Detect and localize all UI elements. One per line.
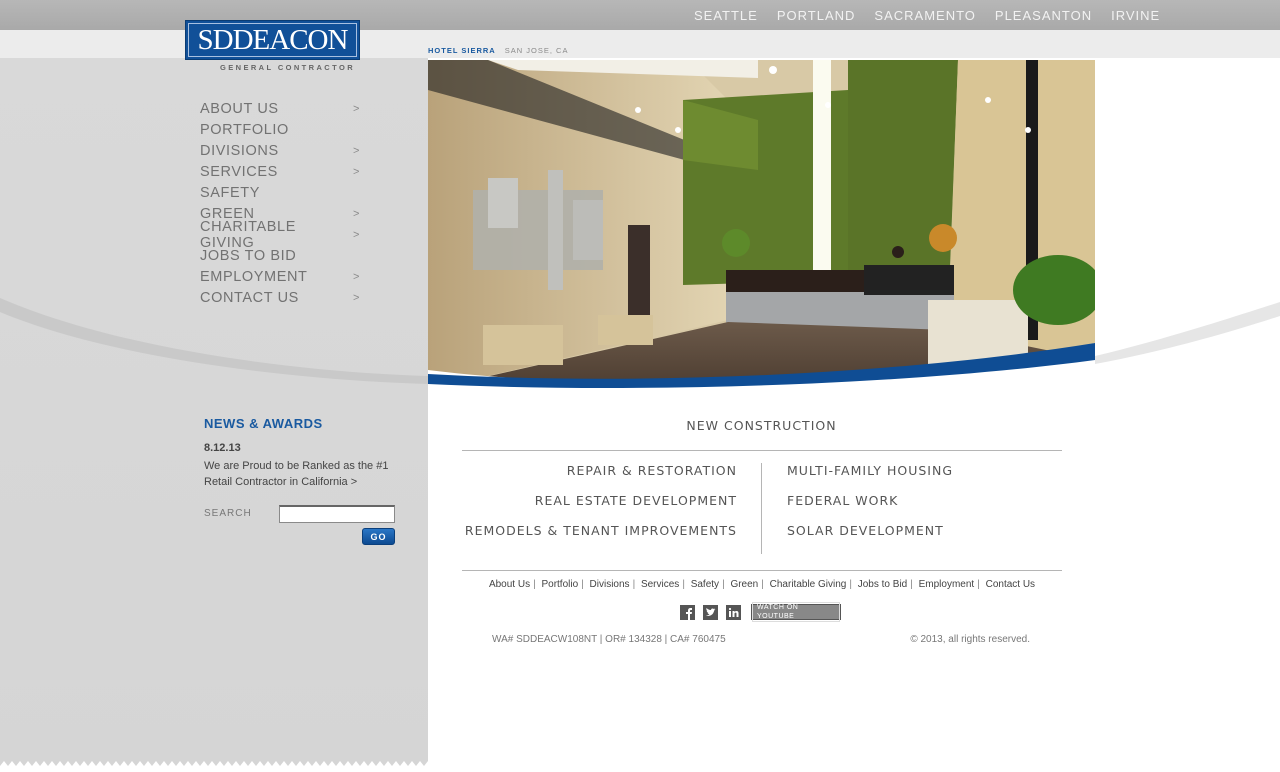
nav-label: SERVICES <box>200 163 278 180</box>
footer-link-charitable-giving[interactable]: Charitable Giving <box>770 579 847 590</box>
city-link-portland[interactable]: PORTLAND <box>777 8 856 23</box>
nav-item-contact-us[interactable]: CONTACT US > <box>200 287 360 308</box>
city-link-irvine[interactable]: IRVINE <box>1111 8 1160 23</box>
nav-label: CONTACT US <box>200 289 299 306</box>
search-label: SEARCH <box>204 508 252 519</box>
chevron-right-icon: > <box>352 102 360 115</box>
city-nav: SEATTLE PORTLAND SACRAMENTO PLEASANTON I… <box>694 8 1160 23</box>
footer-separator: | <box>533 579 536 590</box>
logo[interactable]: SDDEACON <box>185 20 360 60</box>
division-solar-development[interactable]: SOLAR DEVELOPMENT <box>787 523 944 538</box>
footer-separator: | <box>849 579 852 590</box>
division-new-construction[interactable]: NEW CONSTRUCTION <box>428 418 1095 433</box>
chevron-right-icon: > <box>352 228 360 241</box>
facebook-icon[interactable] <box>680 604 695 620</box>
chevron-right-icon: > <box>352 144 360 157</box>
city-link-sacramento[interactable]: SACRAMENTO <box>874 8 976 23</box>
nav-label: EMPLOYMENT <box>200 268 308 285</box>
divider-vertical <box>761 463 762 554</box>
youtube-button[interactable]: WATCH ON YOUTUBE <box>751 602 841 622</box>
nav-label: DIVISIONS <box>200 142 279 159</box>
footer-link-services[interactable]: Services <box>641 579 679 590</box>
footer-separator: | <box>761 579 764 590</box>
hero-caption-name: HOTEL SIERRA <box>428 46 496 55</box>
chevron-right-icon: > <box>352 165 360 178</box>
hero-caption: HOTEL SIERRA SAN JOSE, CA <box>428 46 568 55</box>
youtube-label: WATCH ON YOUTUBE <box>752 602 840 622</box>
nav-item-charitable-giving[interactable]: CHARITABLE GIVING > <box>200 219 360 251</box>
chevron-right-icon: > <box>352 291 360 304</box>
main-nav: ABOUT US > PORTFOLIO DIVISIONS > SERVICES >… <box>200 98 360 308</box>
city-link-seattle[interactable]: SEATTLE <box>694 8 758 23</box>
nav-item-portfolio[interactable]: PORTFOLIO <box>200 119 360 140</box>
footer-link-safety[interactable]: Safety <box>691 579 719 590</box>
copyright: © 2013, all rights reserved. <box>910 634 1030 645</box>
search-go-button[interactable]: GO <box>362 528 395 545</box>
footer-separator: | <box>977 579 980 590</box>
twitter-icon[interactable] <box>703 604 718 620</box>
division-remodels-tenant-improvements[interactable]: REMODELS & TENANT IMPROVEMENTS <box>465 523 737 538</box>
nav-item-safety[interactable]: SAFETY <box>200 182 360 203</box>
nav-label: SAFETY <box>200 184 260 201</box>
footer-link-divisions[interactable]: Divisions <box>590 579 630 590</box>
footer-link-portfolio[interactable]: Portfolio <box>541 579 578 590</box>
nav-item-about-us[interactable]: ABOUT US > <box>200 98 360 119</box>
nav-item-divisions[interactable]: DIVISIONS > <box>200 140 360 161</box>
city-link-pleasanton[interactable]: PLEASANTON <box>995 8 1092 23</box>
logo-frame: SDDEACON <box>188 23 357 57</box>
nav-item-services[interactable]: SERVICES > <box>200 161 360 182</box>
footer-separator: | <box>682 579 685 590</box>
hero-image <box>428 60 1095 390</box>
divider-top <box>462 450 1062 451</box>
footer-link-employment[interactable]: Employment <box>919 579 975 590</box>
division-repair-restoration[interactable]: REPAIR & RESTORATION <box>567 463 737 478</box>
nav-label: CHARITABLE GIVING <box>200 218 296 251</box>
chevron-right-icon: > <box>352 207 360 220</box>
footer-separator: | <box>632 579 636 590</box>
division-federal-work[interactable]: FEDERAL WORK <box>787 493 898 508</box>
news-title: NEWS & AWARDS <box>204 416 323 431</box>
nav-item-employment[interactable]: EMPLOYMENT > <box>200 266 360 287</box>
linkedin-icon[interactable] <box>726 604 741 620</box>
footer-link-about-us[interactable]: About Us <box>489 579 530 590</box>
zigzag-edge <box>0 761 1280 772</box>
news-link[interactable]: We are Proud to be Ranked as the #1 Reta… <box>204 458 414 490</box>
license-numbers: WA# SDDEACW108NT | OR# 134328 | CA# 7604… <box>492 634 726 645</box>
footer-link-jobs-to-bid[interactable]: Jobs to Bid <box>858 579 907 590</box>
logo-text: SDDEACON <box>197 23 349 56</box>
news-date: 8.12.13 <box>204 442 241 454</box>
footer-link-green[interactable]: Green <box>730 579 758 590</box>
divider-bottom <box>462 570 1062 571</box>
nav-label: PORTFOLIO <box>200 121 289 138</box>
search-input[interactable] <box>279 505 395 523</box>
division-real-estate-development[interactable]: REAL ESTATE DEVELOPMENT <box>535 493 737 508</box>
footer-separator: | <box>722 579 725 590</box>
division-multi-family-housing[interactable]: MULTI-FAMILY HOUSING <box>787 463 953 478</box>
nav-label: JOBS TO BID <box>200 247 297 264</box>
footer-links: About Us | Portfolio | Divisions | Services… <box>462 579 1062 590</box>
footer-link-contact-us[interactable]: Contact Us <box>986 579 1035 590</box>
chevron-right-icon: > <box>352 270 360 283</box>
logo-tagline: GENERAL CONTRACTOR <box>220 63 356 72</box>
footer-separator: | <box>910 579 913 590</box>
footer-separator: | <box>581 579 584 590</box>
nav-label: ABOUT US <box>200 100 279 117</box>
social-links: WATCH ON YOUTUBE <box>680 602 841 622</box>
hero-caption-location: SAN JOSE, CA <box>504 46 569 55</box>
